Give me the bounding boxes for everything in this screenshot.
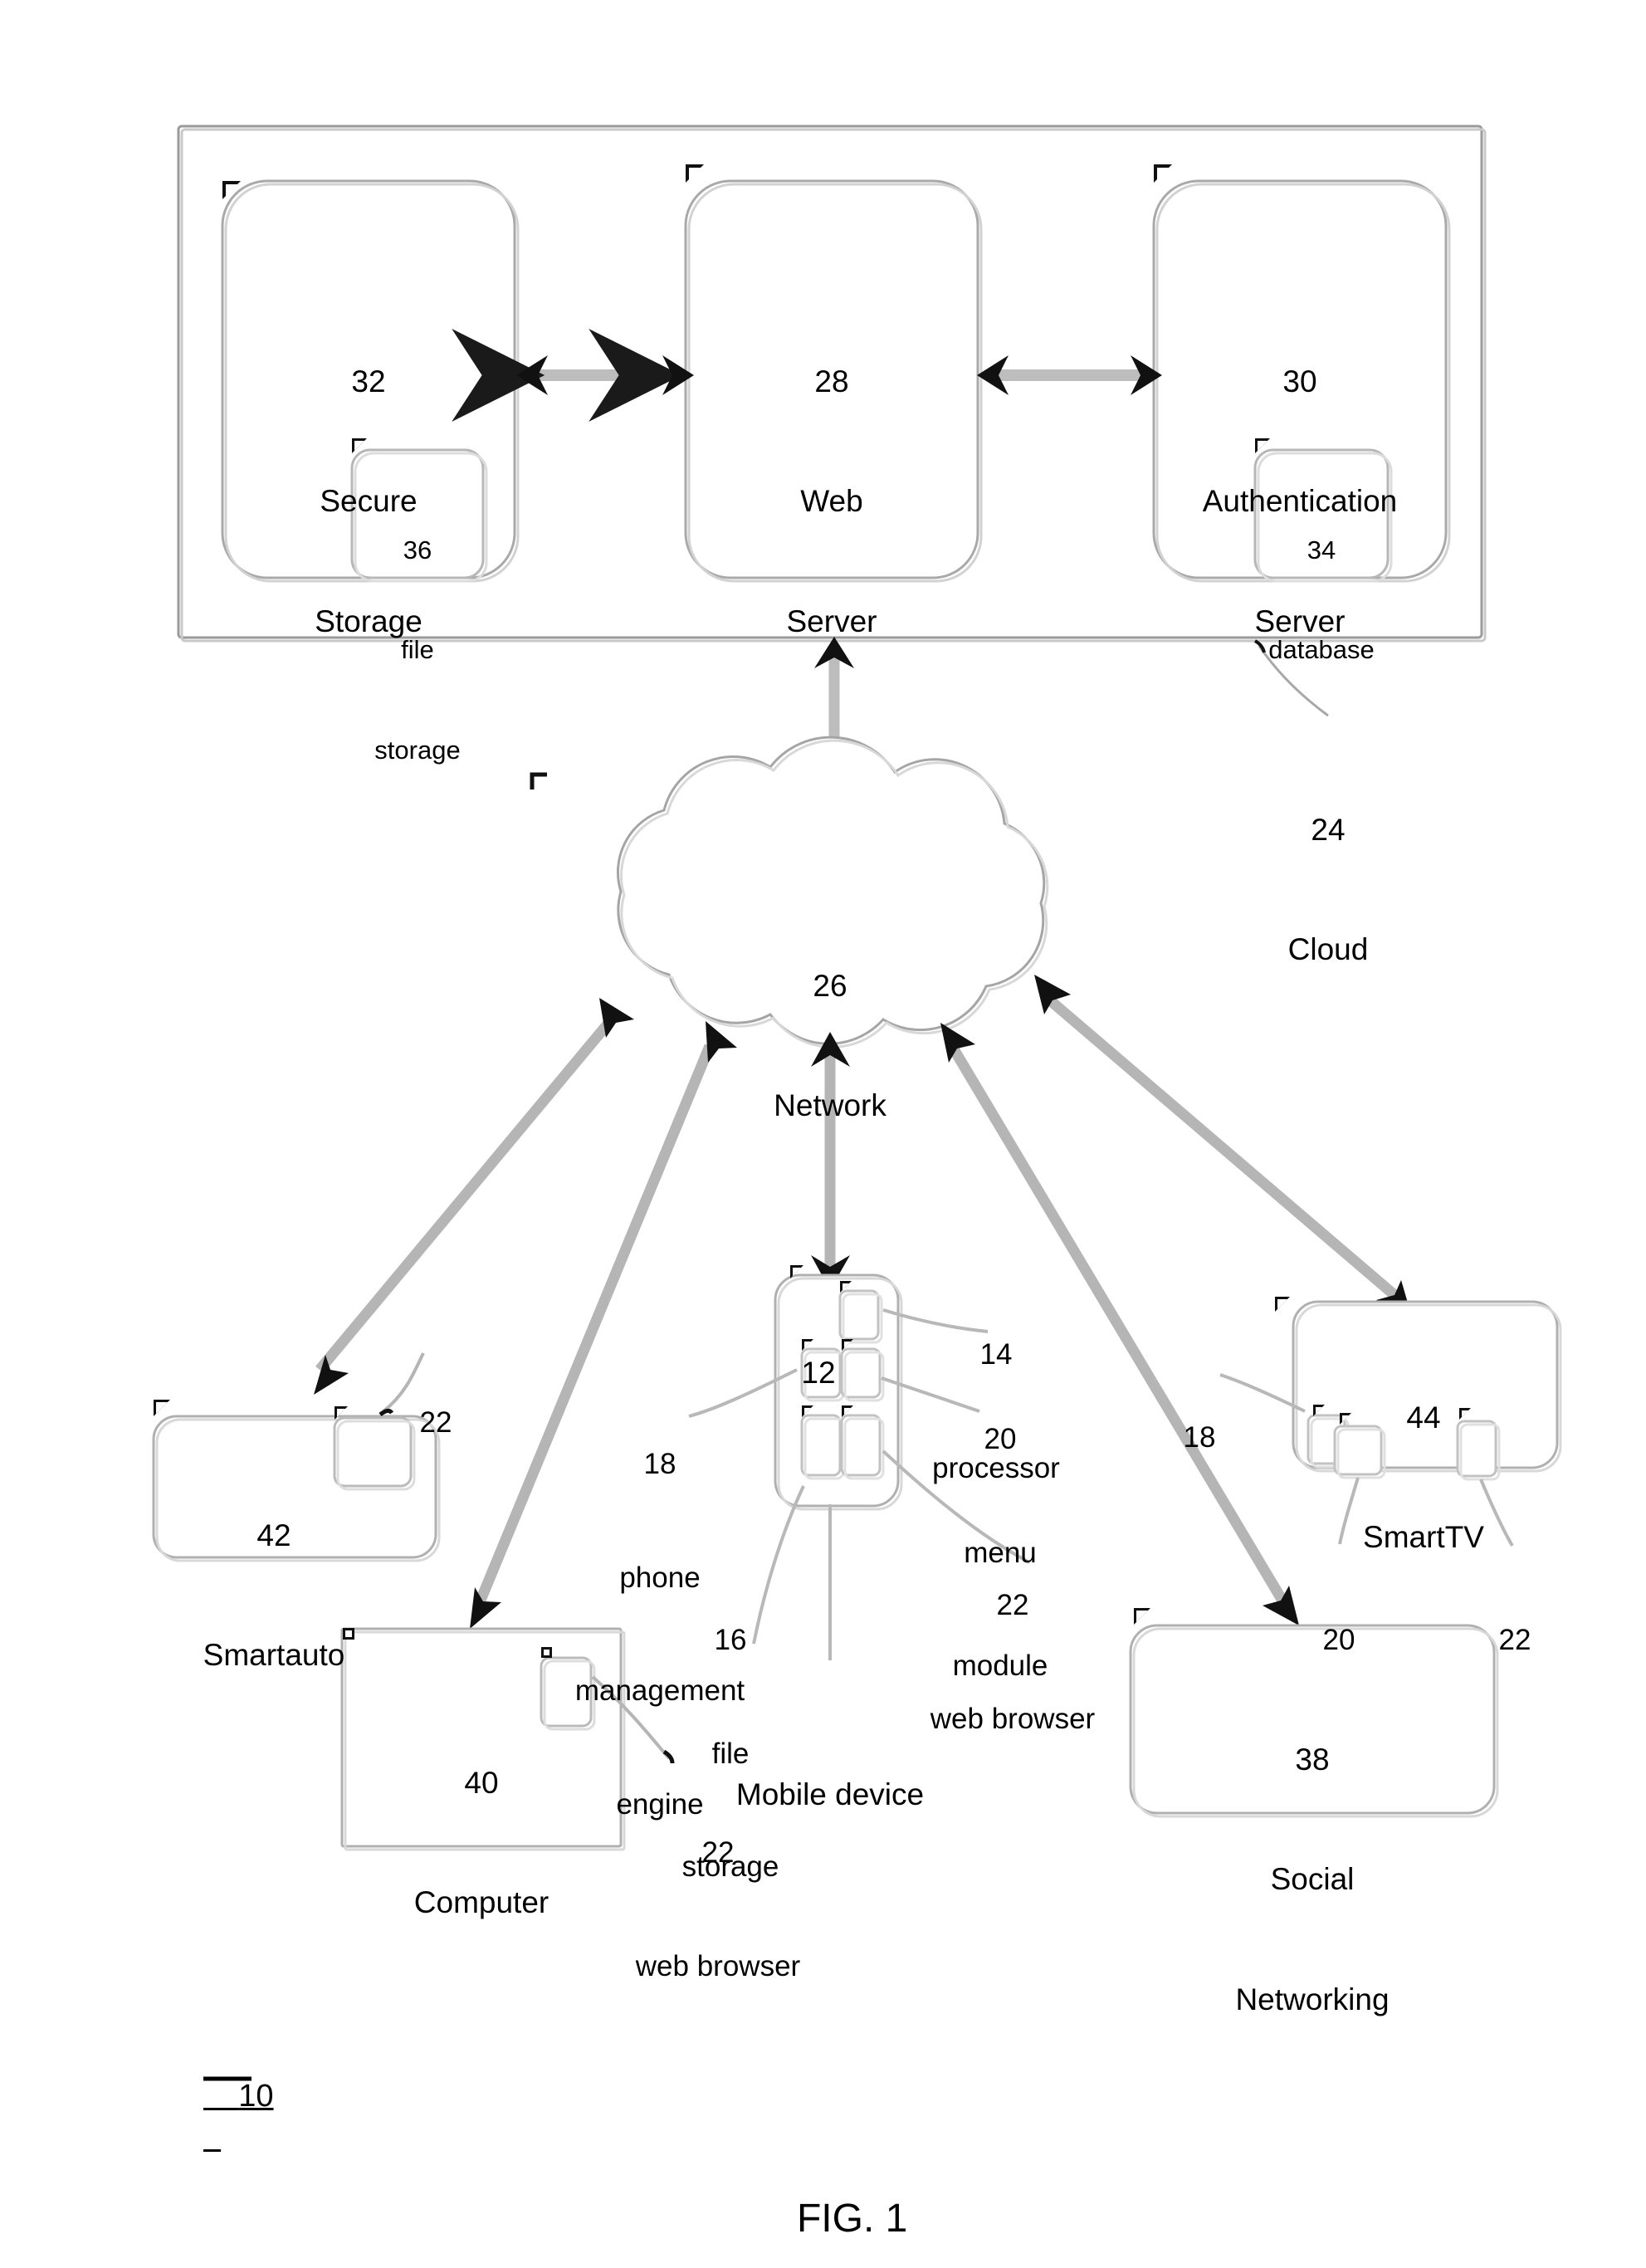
node-name-database: database bbox=[1268, 635, 1375, 665]
node-label-database: 34 database bbox=[1247, 467, 1396, 734]
node-ref-30: 30 bbox=[1282, 364, 1317, 399]
endpoint-name-social: Social bbox=[1270, 1862, 1355, 1897]
callout-name-storage-mobile: storage bbox=[681, 1850, 779, 1883]
callout-ref-20-mobile: 20 bbox=[984, 1423, 1017, 1455]
callout-smartauto-web-browser-ref: 22 bbox=[419, 1406, 452, 1439]
callout-name-file-mobile: file bbox=[711, 1737, 750, 1770]
endpoint-ref-12-mobile: 12 bbox=[801, 1356, 836, 1391]
node-ref-36: 36 bbox=[403, 535, 432, 565]
node-name-server: Server bbox=[786, 604, 877, 638]
node-label-web-server: 28 Web Server bbox=[686, 282, 978, 721]
callout-name-web-browser-mobile: web browser bbox=[930, 1702, 1096, 1735]
callout-mobile-web-browser: 22 web browser bbox=[896, 1511, 1129, 1813]
endpoint-ref-42: 42 bbox=[256, 1518, 291, 1553]
callout-cloud: 24 Cloud bbox=[1245, 731, 1411, 1050]
network-ref-26: 26 bbox=[813, 969, 847, 1004]
callout-ref-22-mobile: 22 bbox=[996, 1589, 1029, 1621]
connector-webserver-authserver bbox=[977, 355, 1162, 395]
node-ref-34: 34 bbox=[1307, 535, 1336, 565]
figure-caption: FIG. 1 bbox=[796, 2197, 908, 2241]
callout-smarttv-22: 22 bbox=[1498, 1624, 1531, 1656]
figure-number: 10 bbox=[238, 2079, 274, 2114]
callout-ref-18-mobile: 18 bbox=[643, 1448, 676, 1480]
node-ref-32: 32 bbox=[351, 364, 386, 399]
endpoint-ref-38: 38 bbox=[1295, 1743, 1330, 1777]
figure-canvas: 32 Secure Storage 36 file storage 28 Web… bbox=[0, 0, 1646, 2268]
callout-ref-24: 24 bbox=[1311, 813, 1346, 848]
node-name-storage-inner: storage bbox=[374, 736, 461, 765]
endpoint-name-smartauto: Smartauto bbox=[203, 1638, 345, 1673]
node-label-file-storage: 36 file storage bbox=[352, 467, 483, 834]
network-label: 26 Network bbox=[689, 887, 971, 1206]
callout-name-cloud: Cloud bbox=[1287, 932, 1369, 967]
connector-storage-webserver bbox=[452, 329, 694, 422]
endpoint-label-social-networking: 38 Social Networking bbox=[1131, 1660, 1494, 2099]
endpoint-name-networking: Networking bbox=[1235, 1982, 1390, 2016]
node-name-web: Web bbox=[800, 484, 863, 519]
network-name: Network bbox=[774, 1088, 886, 1123]
callout-ref-16: 16 bbox=[714, 1624, 747, 1656]
callout-mobile-file-storage: 16 file storage bbox=[656, 1546, 805, 1962]
callout-smarttv-18: 18 bbox=[1183, 1421, 1216, 1454]
node-ref-28: 28 bbox=[814, 364, 849, 399]
node-name-file: file bbox=[401, 635, 434, 665]
endpoint-ref-44: 44 bbox=[1406, 1400, 1441, 1435]
